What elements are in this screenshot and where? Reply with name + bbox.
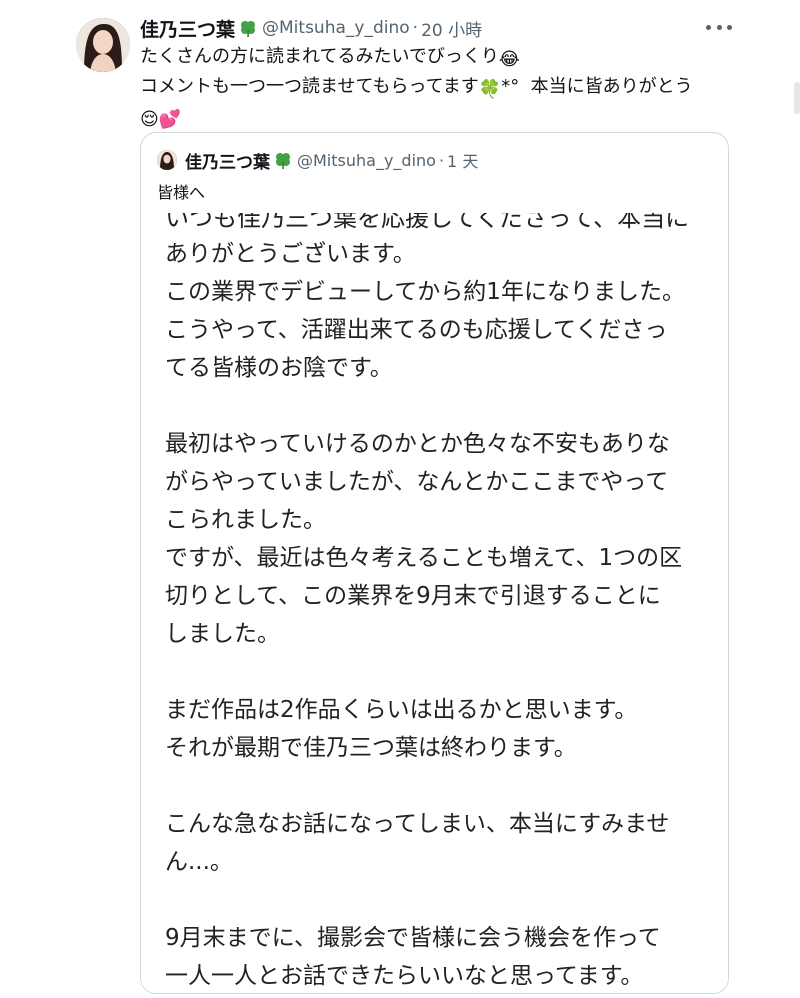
tweet-text: たくさんの方に読まれてるみたいでびっくり😂 コメントも一つ一つ読ませてもらってま… <box>140 43 740 133</box>
tweet-line-1: たくさんの方に読まれてるみたいでびっくり😂 <box>140 43 740 73</box>
letter-line: がらやっていましたが、なんとかここまでやって <box>165 469 669 495</box>
letter-line <box>165 387 725 425</box>
letter-line: てる皆様のお陰です。 <box>165 355 393 381</box>
quote-avatar <box>157 150 177 170</box>
hearts-emoji-icon: 💕 <box>158 109 182 130</box>
quote-text: 皆様へ <box>157 183 206 202</box>
letter-line: しました。 <box>165 621 280 647</box>
clover-icon <box>238 18 258 38</box>
clover-icon <box>273 150 293 170</box>
letter-line: 最初はやっていけるのかとか色々な不安もありな <box>165 431 670 457</box>
letter-line: まだ作品は2作品くらいは出るかと思います。 <box>165 697 638 723</box>
sparkle-text: *° <box>501 76 520 97</box>
quoted-tweet[interactable]: 佳乃三つ葉 @Mitsuha_y_dino · 1 天 皆様へ いつも佳乃三つ葉… <box>140 132 729 994</box>
handle[interactable]: @Mitsuha_y_dino <box>262 18 410 38</box>
quote-separator: · <box>438 150 445 170</box>
letter-cut-line: いつも佳乃三つ葉を応援してくださって、本当に <box>165 213 690 232</box>
more-icon[interactable] <box>706 17 732 37</box>
tweet-header: 佳乃三つ葉 @Mitsuha_y_dino · 20 小時 <box>140 14 482 42</box>
relieved-emoji-icon: 😌 <box>140 109 159 130</box>
tweet-line-2: コメントも一つ一つ読ませてもらってます🍀*° 本当に皆ありがとう <box>140 73 740 103</box>
letter-text: ありがとうございます。この業界でデビューしてから約1年になりました。 こうやって、… <box>165 235 725 993</box>
letter-line <box>165 881 725 919</box>
timestamp[interactable]: 20 小時 <box>421 16 482 41</box>
separator: · <box>412 18 419 38</box>
letter-line: ですが、最近は色々考えることも増えて、1つの区 <box>165 545 683 571</box>
letter-image[interactable]: いつも佳乃三つ葉を応援してくださって、本当に ありがとうございます。この業界でデ… <box>141 213 728 993</box>
tweet-page: 佳乃三つ葉 @Mitsuha_y_dino · 20 小時 たくさんの方に読まれ… <box>0 0 800 998</box>
laugh-emoji-icon: 😂 <box>498 49 520 70</box>
clover-emoji-icon: 🍀 <box>478 79 502 100</box>
letter-line: 一人一人とお話できたらいいなと思ってます。 <box>165 963 644 989</box>
letter-line: ありがとうございます。 <box>165 241 416 267</box>
letter-line: 切りとして、この業界を9月末で引退することに <box>165 583 661 609</box>
letter-line: こられました。 <box>165 507 326 533</box>
quote-display-name: 佳乃三つ葉 <box>185 152 270 173</box>
quote-timestamp: 1 天 <box>447 152 479 171</box>
quote-header: 佳乃三つ葉 @Mitsuha_y_dino · 1 天 <box>157 147 478 173</box>
letter-line <box>165 653 725 691</box>
letter-line: こんな急なお話になってしまい、本当にすみませ <box>165 811 670 837</box>
tweet-line-3: 😌💕 <box>140 103 740 133</box>
letter-line: ん...。 <box>165 849 233 875</box>
scrollbar[interactable] <box>794 82 800 114</box>
letter-line: この業界でデビューしてから約1年になりました。 <box>165 279 685 305</box>
letter-line: それが最期で佳乃三つ葉は終わります。 <box>165 735 577 761</box>
display-name[interactable]: 佳乃三つ葉 <box>140 15 235 42</box>
letter-line: 9月末までに、撮影会で皆様に会う機会を作って <box>165 925 661 951</box>
letter-line: こうやって、活躍出来てるのも応援してくださっ <box>165 317 668 343</box>
quote-handle: @Mitsuha_y_dino <box>297 150 436 170</box>
letter-line <box>165 767 725 805</box>
avatar[interactable] <box>76 18 130 72</box>
